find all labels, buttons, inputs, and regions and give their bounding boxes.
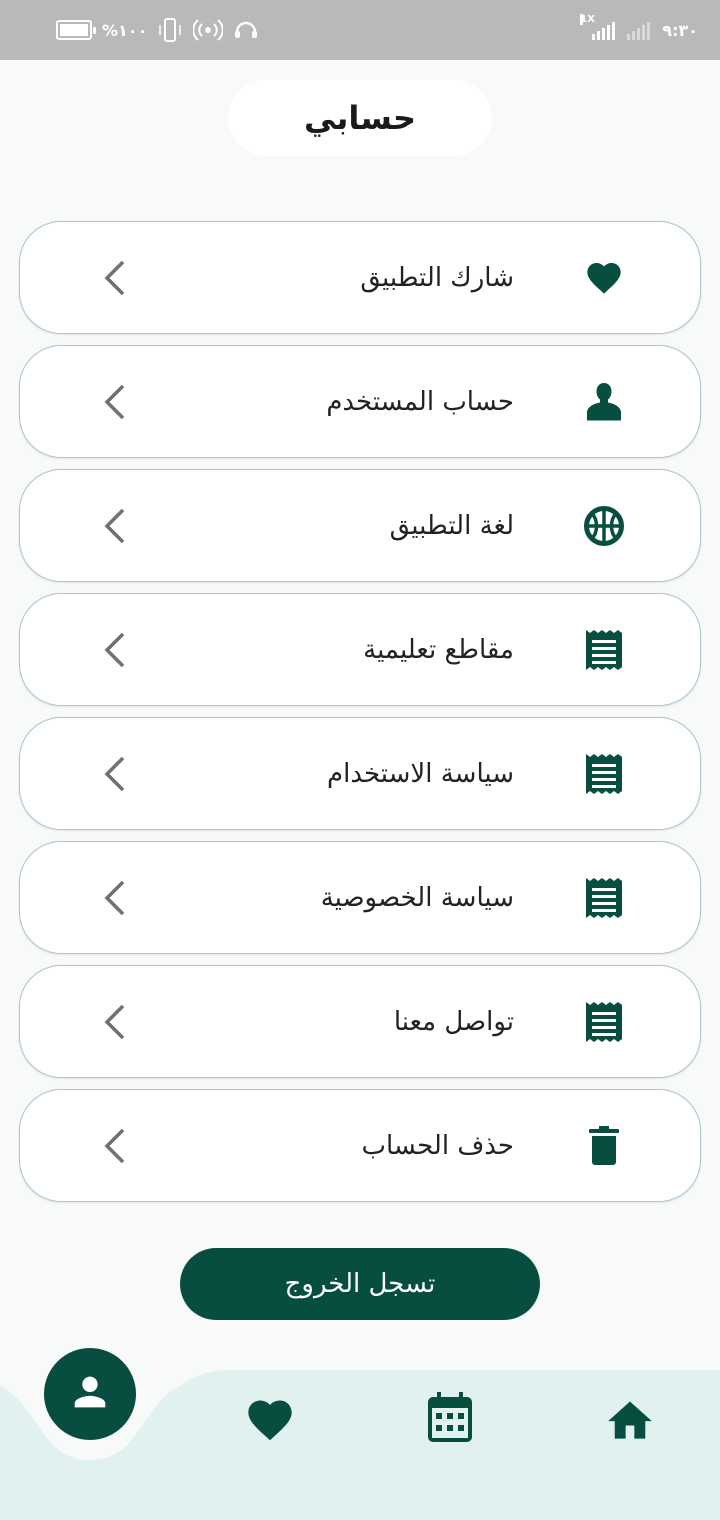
status-time: ٩:٣٠ [662,20,698,40]
chevron-left-icon [100,630,128,670]
menu-item-tutorial-videos[interactable]: مقاطع تعليمية [19,593,701,706]
profile-icon [67,1369,113,1419]
hotspot-icon [193,17,224,43]
home-icon [603,1395,657,1447]
menu-item-label: حذف الحساب [361,1130,514,1161]
status-left-group: %١٠٠ [56,14,259,46]
chevron-left-icon [100,754,128,794]
menu-item-terms-of-use[interactable]: سياسة الاستخدام [19,717,701,830]
vibrate-icon [157,17,183,43]
menu-item-label: حساب المستخدم [326,386,514,417]
menu-item-privacy-policy[interactable]: سياسة الخصوصية [19,841,701,954]
menu-item-app-language[interactable]: لغة التطبيق [19,469,701,582]
calendar-icon [426,1392,474,1448]
chevron-left-icon [100,506,128,546]
battery-percentage: %١٠٠ [102,20,148,40]
status-right-group: 1X ٩:٣٠ [580,14,698,46]
receipt-icon [582,876,626,920]
chevron-left-icon [100,1002,128,1042]
trash-icon [582,1124,626,1168]
menu-item-contact-us[interactable]: تواصل معنا [19,965,701,1078]
account-menu: شارك التطبيق حساب المستخدم لغة التطبيق م… [19,221,701,1213]
user-icon [582,380,626,424]
menu-item-label: لغة التطبيق [389,510,514,541]
menu-item-share-app[interactable]: شارك التطبيق [19,221,701,334]
signal-icon: 1X [580,14,616,40]
menu-item-user-account[interactable]: حساب المستخدم [19,345,701,458]
network-type: 1X [580,14,595,25]
menu-item-label: تواصل معنا [393,1006,514,1037]
chevron-left-icon [100,258,128,298]
signal-secondary-icon [627,20,651,40]
bottom-navigation [0,1346,720,1520]
nav-favorites-button[interactable] [240,1394,300,1450]
receipt-icon [582,628,626,672]
menu-item-label: سياسة الخصوصية [320,882,514,913]
chevron-left-icon [100,1126,128,1166]
nav-calendar-button[interactable] [424,1392,476,1448]
receipt-icon [582,752,626,796]
menu-item-label: مقاطع تعليمية [363,634,514,665]
nav-home-button[interactable] [602,1396,658,1446]
menu-item-label: شارك التطبيق [360,262,514,293]
heart-icon [242,1394,298,1450]
heart-icon [582,256,626,300]
page-title: حسابي [228,80,492,156]
headset-icon [233,17,259,43]
battery-icon [56,20,96,40]
nav-profile-button[interactable] [44,1348,136,1440]
chevron-left-icon [100,382,128,422]
chevron-left-icon [100,878,128,918]
menu-item-delete-account[interactable]: حذف الحساب [19,1089,701,1202]
logout-button[interactable]: تسجل الخروج [180,1248,540,1320]
menu-item-label: سياسة الاستخدام [327,758,514,789]
status-bar: %١٠٠ 1X ٩:٣٠ [0,0,720,60]
receipt-icon [582,1000,626,1044]
globe-icon [582,504,626,548]
